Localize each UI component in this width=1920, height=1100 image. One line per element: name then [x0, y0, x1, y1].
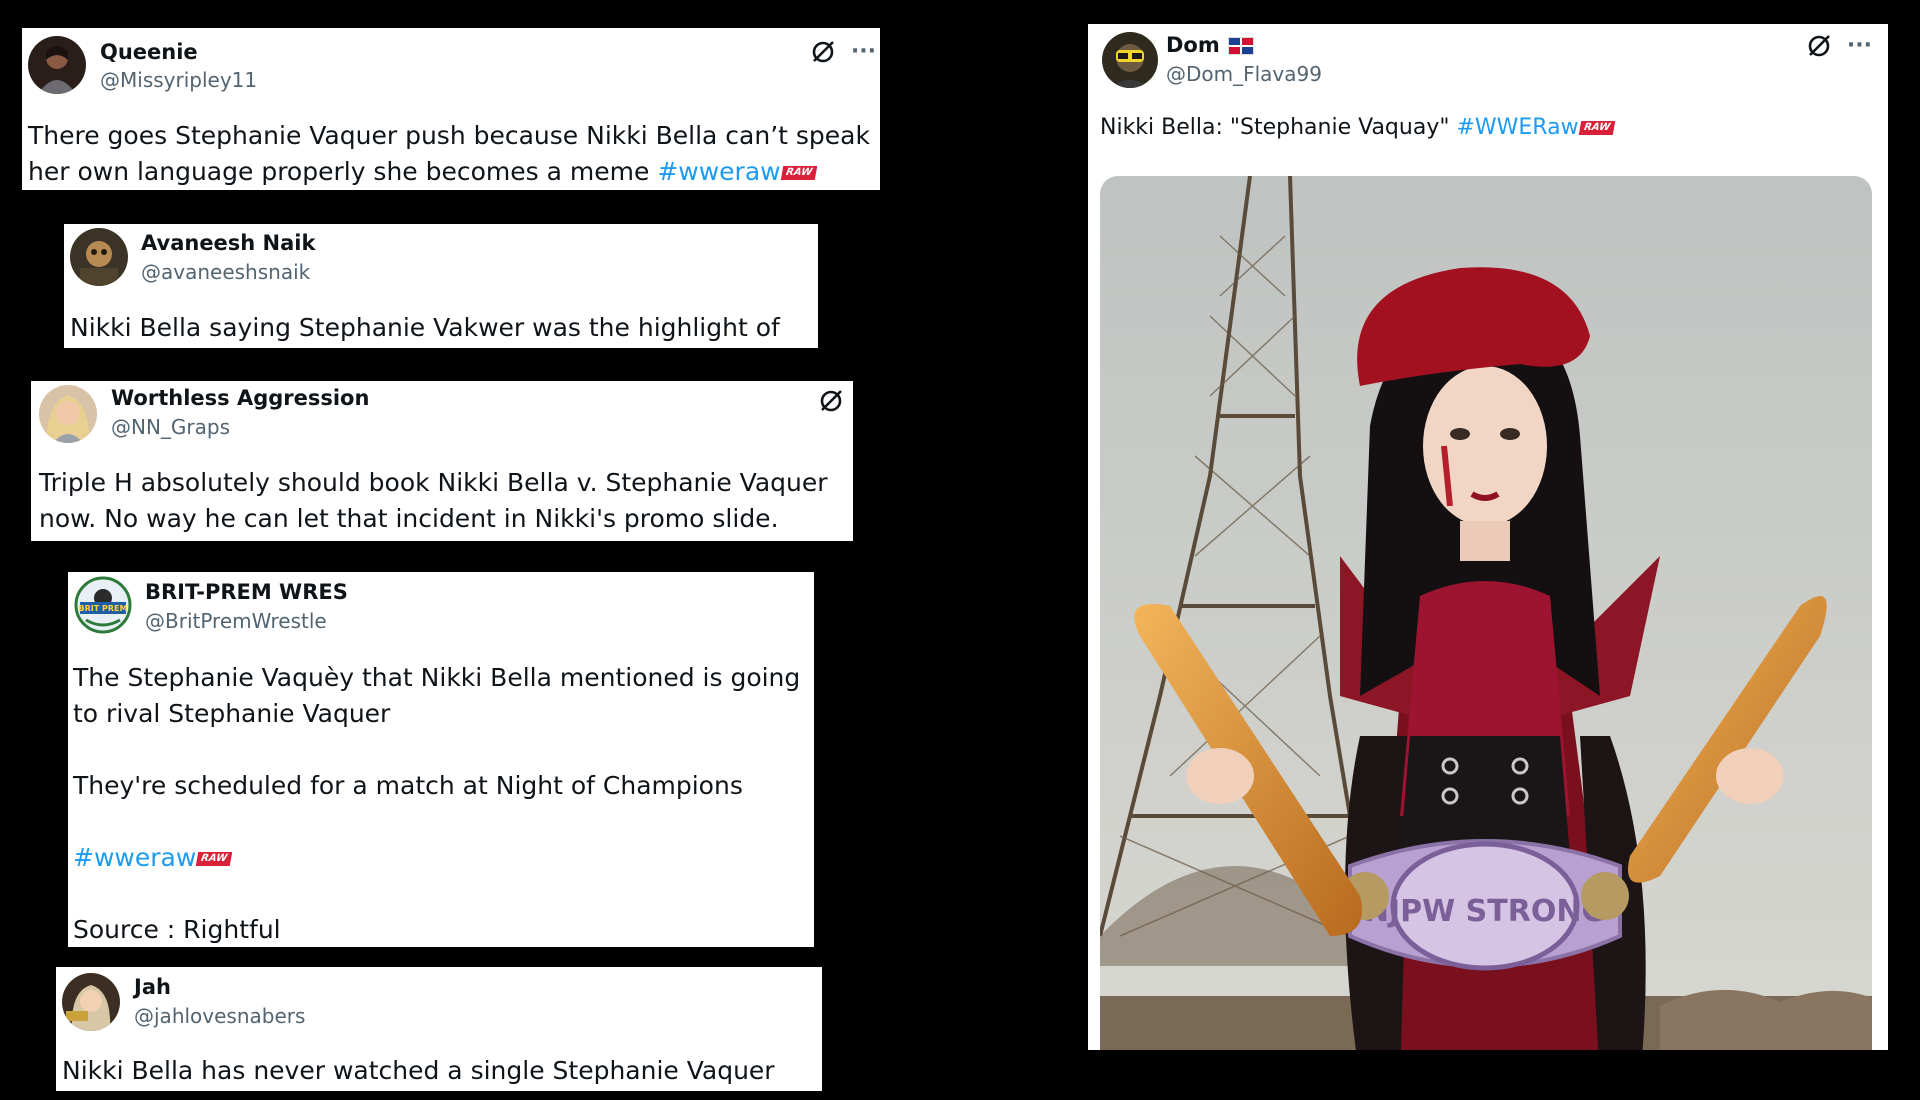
avatar[interactable]	[70, 228, 128, 286]
tweet-actions: ···	[809, 38, 876, 66]
tweet-body: The Stephanie Vaquèy that Nikki Bella me…	[73, 663, 801, 728]
avatar[interactable]	[1102, 32, 1158, 88]
grok-icon[interactable]	[809, 38, 837, 66]
tweet-body: Triple H absolutely should book Nikki Be…	[39, 468, 828, 533]
hashtag-link[interactable]: #wweraw	[657, 157, 780, 186]
tweet-card-brit-prem[interactable]: BRIT PREM BRIT-PREM WRES @BritPremWrestl…	[68, 572, 814, 947]
author-name[interactable]: Avaneesh Naik	[141, 231, 315, 255]
tweet-card-jah[interactable]: Jah @jahlovesnabers Nikki Bella has neve…	[56, 967, 822, 1091]
raw-logo-icon: RAW	[196, 852, 233, 866]
tweet-body: Source : Rightful	[73, 915, 281, 944]
grok-icon[interactable]	[817, 387, 845, 415]
more-options-icon[interactable]: ···	[1847, 35, 1872, 57]
avatar[interactable]	[39, 385, 97, 443]
author-handle[interactable]: @BritPremWrestle	[145, 609, 327, 633]
belt-text: NJPW STRONG	[1364, 894, 1606, 929]
author-handle[interactable]: @NN_Graps	[111, 415, 230, 439]
author-name[interactable]: Worthless Aggression	[111, 386, 369, 410]
tweet-card-dom[interactable]: Dom @Dom_Flava99 ··· Nikki Bella: "Steph…	[1088, 24, 1888, 1050]
author-handle[interactable]: @avaneeshsnaik	[141, 260, 310, 284]
tweet-text: Nikki Bella has never watched a single S…	[62, 1053, 820, 1091]
tweet-body: Nikki Bella saying Stephanie Vakwer was …	[70, 313, 780, 342]
tweet-card-avaneesh[interactable]: Avaneesh Naik @avaneeshsnaik Nikki Bella…	[64, 224, 818, 348]
tweet-body: Nikki Bella: "Stephanie Vaquay"	[1100, 115, 1450, 140]
tweet-text: There goes Stephanie Vaquer push because…	[28, 118, 878, 190]
more-options-icon[interactable]: ···	[851, 41, 876, 63]
tweet-body: Nikki Bella has never watched a single S…	[62, 1056, 775, 1085]
tweet-card-queenie[interactable]: Queenie @Missyripley11 ··· There goes St…	[22, 28, 880, 190]
tweet-actions	[817, 387, 845, 415]
avatar[interactable]	[28, 36, 86, 94]
raw-logo-icon: RAW	[780, 166, 817, 180]
avatar[interactable]: BRIT PREM	[74, 576, 132, 634]
grok-icon[interactable]	[1805, 32, 1833, 60]
avatar[interactable]	[62, 973, 120, 1031]
author-name[interactable]: Dom	[1166, 33, 1254, 57]
tweet-text: Triple H absolutely should book Nikki Be…	[39, 465, 849, 537]
author-name[interactable]: BRIT-PREM WRES	[145, 580, 348, 604]
tweet-text: The Stephanie Vaquèy that Nikki Bella me…	[73, 660, 811, 947]
tweet-actions: ···	[1805, 32, 1872, 60]
author-name-text: Dom	[1166, 33, 1220, 57]
tweet-card-worthless-aggression[interactable]: Worthless Aggression @NN_Graps Triple H …	[31, 381, 853, 541]
author-name[interactable]: Queenie	[100, 40, 198, 64]
author-handle[interactable]: @jahlovesnabers	[134, 1004, 305, 1028]
tweet-body: They're scheduled for a match at Night o…	[73, 771, 743, 800]
raw-logo-icon: RAW	[1578, 121, 1615, 135]
tweet-media-photo[interactable]: NJPW STRONG	[1100, 176, 1872, 1050]
hashtag-link[interactable]: #WWERaw	[1456, 115, 1578, 140]
author-handle[interactable]: @Missyripley11	[100, 68, 257, 92]
tweet-text: Nikki Bella: "Stephanie Vaquay" #WWERaw R…	[1100, 110, 1880, 146]
author-handle[interactable]: @Dom_Flava99	[1166, 62, 1322, 86]
brit-prem-logo-text: BRIT PREM	[79, 604, 128, 613]
dominican-flag-icon	[1227, 37, 1254, 55]
hashtag-link[interactable]: #wweraw	[73, 843, 196, 872]
author-name[interactable]: Jah	[134, 975, 171, 999]
tweet-text: Nikki Bella saying Stephanie Vakwer was …	[70, 310, 816, 348]
